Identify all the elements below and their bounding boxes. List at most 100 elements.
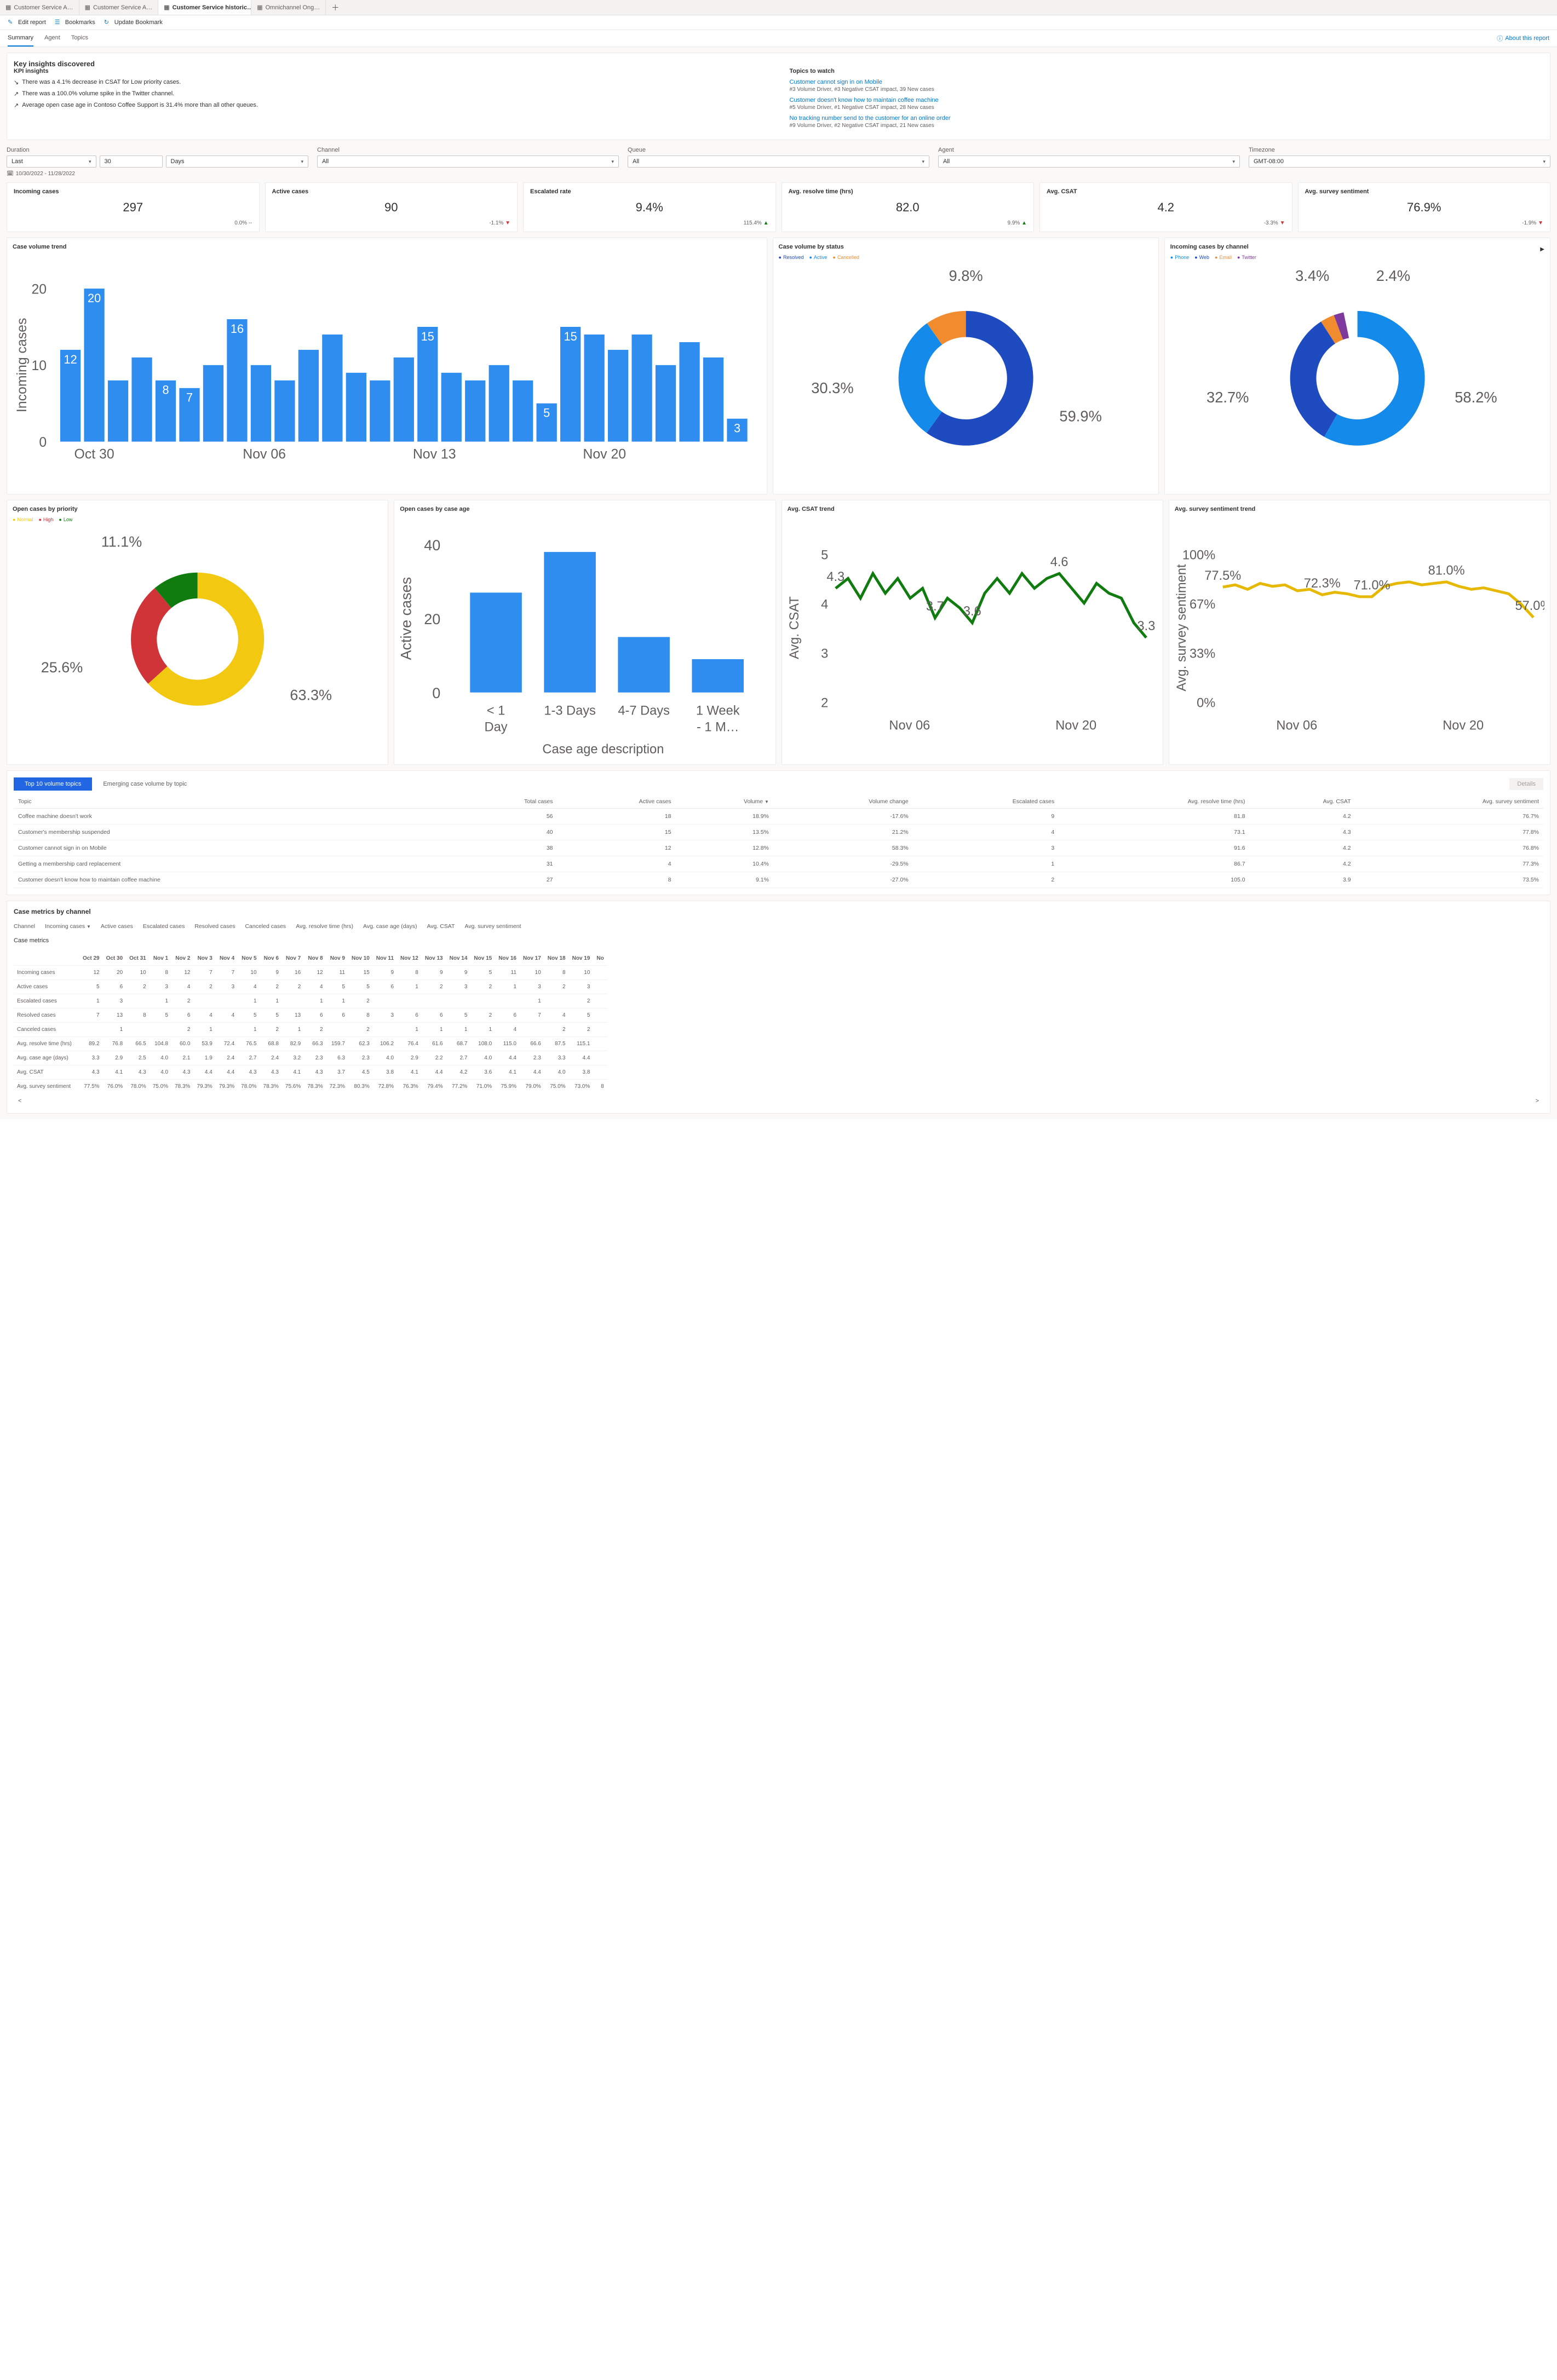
csat-trend-chart[interactable]: Avg. CSAT trend 2345Avg. CSAT4.33.73.64.… [782, 500, 1163, 765]
topics-table[interactable]: TopicTotal casesActive casesVolume ▼Volu… [14, 795, 1543, 888]
date-col: Nov 17 [520, 952, 544, 966]
col-header[interactable]: Avg. survey sentiment [1355, 795, 1543, 809]
details-button[interactable]: Details [1509, 778, 1543, 790]
duration-mode-dropdown[interactable]: Last▾ [7, 155, 96, 168]
kpi-value: 9.4% [530, 200, 769, 215]
svg-text:3.7: 3.7 [926, 600, 944, 614]
table-row[interactable]: Customer cannot sign in on Mobile381212.… [14, 840, 1543, 856]
queue-label: Queue [628, 147, 929, 153]
svg-text:30.3%: 30.3% [811, 379, 853, 396]
svg-text:3.3: 3.3 [1137, 619, 1155, 633]
kpi-card[interactable]: Escalated rate9.4%115.4% [523, 182, 776, 232]
col-header[interactable]: Avg. resolve time (hrs) [1059, 795, 1249, 809]
svg-text:81.0%: 81.0% [1428, 563, 1464, 578]
kpi-card[interactable]: Active cases90-1.1% [265, 182, 518, 232]
duration-unit-dropdown[interactable]: Days▾ [166, 155, 309, 168]
svg-text:1 Week: 1 Week [696, 704, 740, 718]
timezone-dropdown[interactable]: GMT-08:00▾ [1249, 155, 1550, 168]
col-header[interactable]: Resolved cases [194, 923, 235, 930]
col-header[interactable]: Topic [14, 795, 449, 809]
col-header[interactable]: Escalated cases [913, 795, 1059, 809]
kpi-card[interactable]: Avg. CSAT4.2-3.3% [1039, 182, 1292, 232]
tab-1[interactable]: ▦Customer Service A… [0, 0, 79, 15]
tab-agent[interactable]: Agent [44, 30, 60, 47]
new-tab-button[interactable]: ＋ [326, 2, 344, 13]
kpi-title: Incoming cases [14, 188, 252, 195]
col-header[interactable]: Canceled cases [245, 923, 286, 930]
date-col: Oct 30 [103, 952, 127, 966]
svg-text:Active cases: Active cases [400, 577, 414, 660]
date-col: Nov 13 [422, 952, 446, 966]
chevron-down-icon: ▾ [89, 159, 91, 165]
col-header[interactable]: Total cases [449, 795, 558, 809]
col-header[interactable]: Incoming cases ▼ [45, 923, 91, 930]
case-volume-status-chart[interactable]: Case volume by status ResolvedActiveCanc… [773, 238, 1159, 494]
open-by-priority-chart[interactable]: Open cases by priority NormalHighLow 11.… [7, 500, 388, 765]
kpi-title: Avg. resolve time (hrs) [789, 188, 1027, 195]
duration-count-dropdown[interactable]: 30 [100, 155, 163, 168]
kpi-card[interactable]: Incoming cases2970.0% -- [7, 182, 260, 232]
kpi-card[interactable]: Avg. resolve time (hrs)82.09.9% [782, 182, 1035, 232]
tab-3-active[interactable]: ▦Customer Service historic…✕ [158, 0, 251, 15]
case-volume-trend-chart[interactable]: Case volume trend 01020Incoming cases122… [7, 238, 767, 494]
tab-2[interactable]: ▦Customer Service A… [79, 0, 159, 15]
agent-label: Agent [938, 147, 1240, 153]
emerging-topics-link[interactable]: Emerging case volume by topic [103, 781, 187, 787]
col-header[interactable]: Volume ▼ [676, 795, 773, 809]
table-row[interactable]: Getting a membership card replacement314… [14, 856, 1543, 872]
edit-report-button[interactable]: ✎Edit report [8, 19, 46, 26]
col-header[interactable]: Avg. CSAT [1250, 795, 1355, 809]
metric-row: Avg. case age (days)3.32.92.54.02.11.92.… [14, 1051, 607, 1065]
legend: NormalHighLow [13, 517, 382, 522]
agent-dropdown[interactable]: All▾ [938, 155, 1240, 168]
svg-text:< 1: < 1 [487, 704, 505, 718]
col-header[interactable]: Avg. CSAT [427, 923, 455, 930]
update-bookmark-button[interactable]: ↻Update Bookmark [104, 19, 163, 26]
horizontal-scrollbar[interactable]: <> [14, 1096, 1543, 1107]
incoming-by-channel-chart[interactable]: Incoming cases by channel▶ PhoneWebEmail… [1164, 238, 1550, 494]
bookmarks-button[interactable]: ☰Bookmarks [55, 19, 95, 26]
tab-summary[interactable]: Summary [8, 30, 33, 47]
topic-link-1[interactable]: Customer cannot sign in on Mobile [790, 79, 1544, 85]
svg-text:4: 4 [821, 598, 828, 612]
top-10-topics-button[interactable]: Top 10 volume topics [14, 777, 92, 791]
sentiment-trend-chart[interactable]: Avg. survey sentiment trend 0%33%67%100%… [1169, 500, 1550, 765]
metrics-table: Oct 29Oct 30Oct 31Nov 1Nov 2Nov 3Nov 4No… [14, 952, 607, 1093]
col-header[interactable]: Avg. survey sentiment [464, 923, 521, 930]
svg-text:15: 15 [421, 330, 434, 343]
channel-dropdown[interactable]: All▾ [317, 155, 619, 168]
metric-row: Active cases5623423422455612321323 [14, 979, 607, 994]
report-icon: ▦ [164, 4, 169, 11]
topic-link-3[interactable]: No tracking number send to the customer … [790, 115, 1544, 122]
col-header[interactable]: Escalated cases [143, 923, 185, 930]
svg-text:16: 16 [231, 322, 244, 336]
metrics-scroll[interactable]: Oct 29Oct 30Oct 31Nov 1Nov 2Nov 3Nov 4No… [14, 952, 1543, 1093]
table-row[interactable]: Customer doesn't know how to maintain co… [14, 872, 1543, 888]
filters-row: Duration Last▾ 30 Days▾ ChannelAll▾ Queu… [7, 147, 1550, 168]
kpi-card[interactable]: Avg. survey sentiment76.9%-1.9% [1298, 182, 1551, 232]
scroll-right-icon[interactable]: > [1536, 1098, 1539, 1104]
table-row[interactable]: Coffee machine doesn't work561818.9%-17.… [14, 808, 1543, 824]
col-header[interactable]: Active cases [558, 795, 676, 809]
table-row[interactable]: Customer's membership suspended401513.5%… [14, 824, 1543, 840]
about-report-link[interactable]: ⓘAbout this report [1497, 34, 1549, 43]
open-by-age-chart[interactable]: Open cases by case age 02040Active cases… [394, 500, 775, 765]
tab-4[interactable]: ▦Omnichannel Ong… [251, 0, 326, 15]
col-header[interactable]: Avg. resolve time (hrs) [296, 923, 353, 930]
chevron-right-icon[interactable]: ▶ [1540, 246, 1544, 252]
svg-text:0: 0 [39, 435, 47, 450]
svg-text:3.4%: 3.4% [1295, 267, 1329, 284]
topic-link-2[interactable]: Customer doesn't know how to maintain co… [790, 97, 1544, 103]
tab-topics[interactable]: Topics [71, 30, 88, 47]
col-header[interactable]: Active cases [101, 923, 133, 930]
date-col: Nov 1 [150, 952, 171, 966]
col-header[interactable]: Volume change [773, 795, 913, 809]
date-col: Nov 9 [326, 952, 348, 966]
chart-title: Open cases by case age [400, 506, 769, 512]
col-header[interactable]: Channel [14, 923, 35, 930]
bookmark-icon: ☰ [55, 19, 62, 26]
col-header[interactable]: Avg. case age (days) [363, 923, 417, 930]
svg-text:Avg. CSAT: Avg. CSAT [788, 596, 802, 659]
scroll-left-icon[interactable]: < [18, 1098, 21, 1104]
queue-dropdown[interactable]: All▾ [628, 155, 929, 168]
